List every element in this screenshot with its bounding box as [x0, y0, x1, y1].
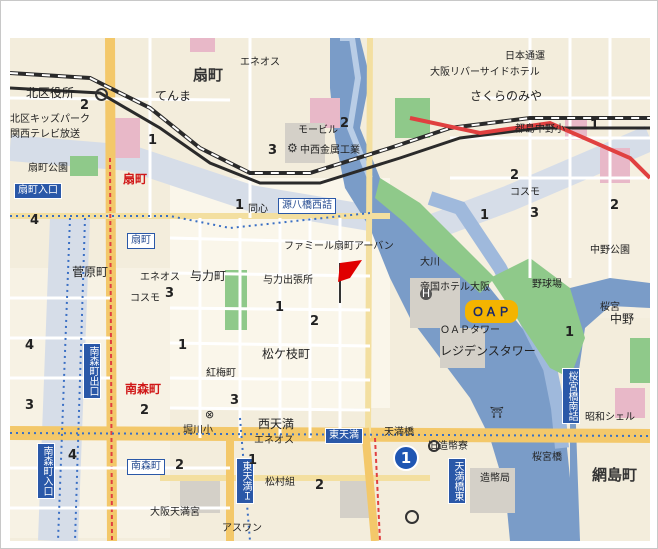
block-number: 4 — [30, 213, 40, 228]
map-canvas[interactable]: 扇町 てんま 北区役所 北区キッズパーク 関西テレビ放送 扇町公園 さくらのみや… — [10, 38, 650, 541]
block-number: 2 — [610, 198, 620, 213]
area-label: 網島町 — [592, 466, 638, 484]
block-number: 2 — [315, 478, 325, 493]
landmark-label: 扇町公園 — [28, 163, 68, 174]
area-label: 松ケ枝町 — [262, 347, 311, 361]
area-label: 北区役所 — [26, 86, 75, 100]
block-number: 4 — [25, 338, 35, 353]
park-ogimachi — [70, 156, 98, 176]
road-vertical — [365, 38, 373, 439]
landmark-label: モービル — [298, 125, 338, 136]
block-number: 3 — [25, 398, 35, 413]
route-shield: 1 — [393, 445, 419, 471]
block-number: 3 — [165, 286, 175, 301]
landmark-label: 昭和シェル — [585, 412, 635, 423]
government-office-icon — [95, 88, 108, 101]
landmark-label: コスモ — [510, 187, 540, 198]
area-label: 西天満 — [258, 417, 295, 431]
park-yoriki — [225, 270, 247, 330]
sign-minamimori-exit: 南森町出口 — [83, 343, 101, 399]
block-number: 1 — [275, 300, 285, 315]
area-label: てんま — [155, 89, 192, 103]
shrine-icon: ⛩ — [490, 406, 504, 419]
station-label-minamimorimachi: 南森町 — [125, 382, 162, 396]
area-label: 菅原町 — [72, 265, 109, 279]
landmark-label: 大阪天満宮 — [150, 507, 200, 518]
block-number: 2 — [80, 98, 90, 113]
area-label: 中野 — [610, 312, 635, 326]
landmark-label: コスモ — [130, 293, 160, 304]
map-frame: 扇町 てんま 北区役所 北区キッズパーク 関西テレビ放送 扇町公園 さくらのみや… — [0, 0, 658, 549]
sign-minamimorimachi: 南森町 — [127, 459, 165, 475]
landmark-label: 桜宮橋 — [532, 452, 562, 463]
landmark-label: 与力出張所 — [263, 275, 313, 286]
block-number: 3 — [268, 143, 278, 158]
landmark-label: 造幣局 — [480, 473, 510, 484]
sign-temma-bashi: 天満橋東 — [448, 458, 466, 504]
block-number: 4 — [68, 448, 78, 463]
area-label: 紅梅町 — [206, 368, 236, 379]
block-number: 1 — [480, 208, 490, 223]
block-number: 1 — [148, 133, 158, 148]
station-label-ogimachi: 扇町 — [123, 172, 148, 186]
building-grey — [340, 478, 370, 518]
landmark-label: 野球場 — [532, 279, 562, 290]
landmark-label: 関西テレビ放送 — [10, 129, 80, 140]
school-icon: ⊗ — [205, 408, 215, 421]
block-number: 3 — [230, 393, 240, 408]
sign-sakuramiya-bashi: 桜宮橋南詰 — [562, 368, 580, 424]
landmark-label: 堀川小 — [183, 425, 213, 436]
area-label: 与力町 — [190, 269, 227, 283]
area-label: さくらのみや — [470, 89, 543, 103]
block-number: 2 — [340, 116, 350, 131]
landmark-label: 天満橋 — [384, 427, 414, 438]
block-number: 1 — [235, 198, 245, 213]
sign-ogimachi: 扇町 — [127, 233, 155, 249]
landmark-label: 北区キッズパーク — [10, 114, 90, 125]
area-label: 同心 — [248, 204, 268, 215]
landmark-label: 都島中野小 — [515, 124, 565, 135]
main-road-vertical — [105, 38, 117, 541]
school-icon — [405, 510, 419, 524]
hotel-icon: H — [420, 287, 432, 300]
sign-minamimori-entrance: 南森町入口 — [37, 443, 55, 499]
landmark-label: 日本通運 — [505, 51, 545, 62]
park-east — [630, 338, 650, 383]
landmark-label: ファミール扇町アーバン — [284, 241, 394, 252]
block-number: 2 — [175, 458, 185, 473]
block-number: 1 — [178, 338, 188, 353]
landmark-label: アスワン — [222, 523, 262, 534]
landmark-label: 中西金属工業 — [300, 145, 360, 156]
landmark-label: 松村組 — [265, 477, 295, 488]
block-number: 2 — [510, 168, 520, 183]
school-icon — [428, 440, 440, 452]
building-pink — [190, 38, 215, 52]
landmark-label: 中野公園 — [590, 245, 630, 256]
river-label: 大川 — [420, 257, 440, 268]
landmark-label: 大阪リバーサイドホテル — [430, 67, 540, 78]
oap-label[interactable]: ＯＡＰ — [465, 300, 519, 323]
block-number: 2 — [310, 314, 320, 329]
block-number: 1 — [565, 325, 575, 340]
landmark-label: エネオス — [140, 272, 180, 283]
gear-icon: ⚙ — [287, 141, 298, 155]
sign-genpachi-bashi: 源八橋西詰 — [278, 198, 336, 214]
landmark-label: ＯＡＰタワー — [440, 325, 500, 336]
block-number: 2 — [140, 403, 150, 418]
landmark-label: レジデンスタワー — [440, 344, 536, 358]
area-label: 扇町 — [193, 66, 224, 84]
block-number: 1 — [248, 453, 258, 468]
sign-ogimachi-entrance: 扇町入口 — [14, 183, 62, 199]
sign-higashitenma: 東天満 — [325, 428, 363, 444]
landmark-label: エネオス — [240, 57, 280, 68]
block-number: 3 — [530, 206, 540, 221]
landmark-label: エネオス — [254, 435, 294, 446]
block-number: 1 — [590, 118, 600, 133]
